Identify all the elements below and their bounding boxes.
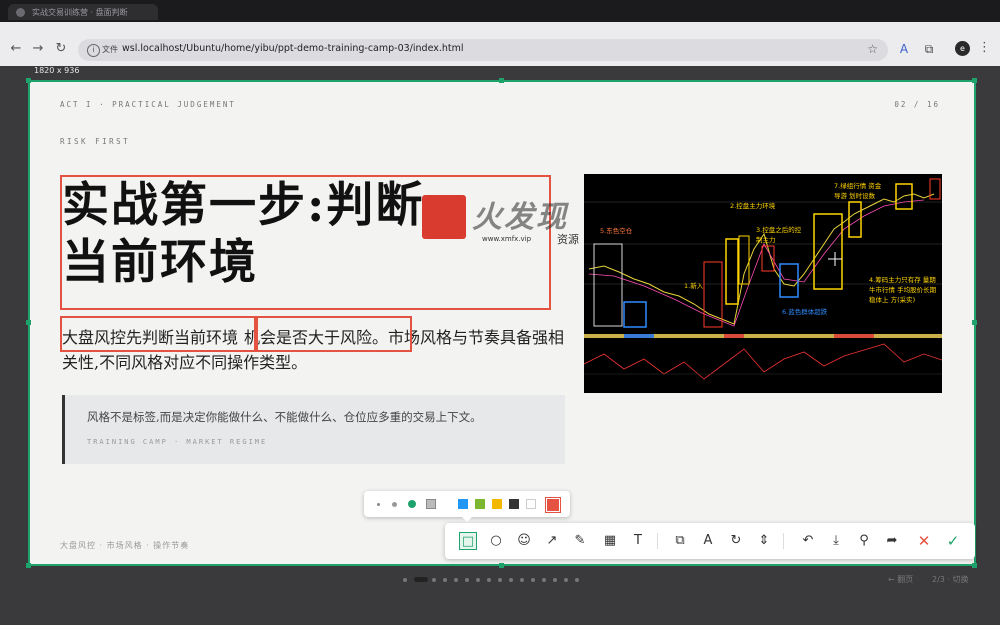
- rectangle-tool-icon[interactable]: □: [459, 532, 477, 550]
- watermark-res: 资源: [557, 233, 579, 246]
- ellipse-tool-icon[interactable]: ○: [487, 532, 505, 550]
- quote-block: 风格不是标签,而是决定你能做什么、不能做什么、仓位应多重的交易上下文。 TRAI…: [62, 395, 565, 464]
- chart-label-6: 6.蓝色群体超跌: [782, 308, 828, 316]
- pager-dot[interactable]: [509, 578, 513, 582]
- resize-handle-sw[interactable]: [26, 563, 31, 568]
- pager-dot[interactable]: [414, 577, 428, 582]
- profile-avatar[interactable]: e: [955, 41, 970, 56]
- chart-label-3: 3.控盘之后的控制主力: [756, 226, 802, 244]
- watermark-text: 火发现: [472, 200, 568, 235]
- reload-icon[interactable]: ↻: [53, 41, 69, 57]
- pager-dot[interactable]: [454, 578, 458, 582]
- chart-label-2: 2.控盘主力环境: [730, 202, 776, 210]
- footer-tags: 大盘风控 · 市场风格 · 操作节奏: [60, 541, 190, 550]
- watermark-seal-icon: [422, 195, 466, 239]
- pager-dot[interactable]: [520, 578, 524, 582]
- watermark: 火发现 www.xmfx.vip 资源: [422, 190, 592, 250]
- pager-dot[interactable]: [432, 578, 436, 582]
- resize-handle-e[interactable]: [972, 320, 977, 325]
- chart-label-4: 7.绿组行情 资金导游 划时设数: [834, 182, 882, 200]
- chart-label-1: 5.东色空仓: [600, 227, 633, 235]
- browser-tab-strip: 实战交易训练营 · 盘面判断: [0, 0, 1000, 22]
- chart-label-7: 4.筹码主力只有存 量期牛市行情 手均股价长期稳体上 方(采实): [869, 276, 937, 304]
- back-icon[interactable]: ←: [8, 41, 24, 57]
- fill-toggle-swatch[interactable]: [426, 499, 436, 509]
- pager-dot[interactable]: [542, 578, 546, 582]
- save-icon[interactable]: ⤓: [827, 532, 845, 550]
- pager-dot[interactable]: [476, 578, 480, 582]
- pin-tool-icon[interactable]: ⧉: [671, 532, 689, 550]
- quote-meta: TRAINING CAMP · MARKET REGIME: [87, 438, 268, 446]
- pager-dot[interactable]: [403, 578, 407, 582]
- address-url[interactable]: wsl.localhost/Ubuntu/home/yibu/ppt-demo-…: [122, 43, 464, 54]
- section-label: RISK FIRST: [60, 137, 131, 146]
- toolbar-separator: [783, 533, 784, 549]
- undo-icon[interactable]: ↶: [799, 532, 817, 550]
- pager-dot[interactable]: [531, 578, 535, 582]
- bookmark-star-icon[interactable]: ☆: [867, 42, 878, 56]
- color-swatch-dark[interactable]: [509, 499, 519, 509]
- tab-title: 实战交易训练营 · 盘面判断: [32, 8, 128, 17]
- pager-dot[interactable]: [564, 578, 568, 582]
- toolbar-separator: [657, 533, 658, 549]
- resize-handle-w[interactable]: [26, 320, 31, 325]
- watermark-url: www.xmfx.vip: [482, 235, 532, 243]
- pager-dot[interactable]: [487, 578, 491, 582]
- pager-dot[interactable]: [553, 578, 557, 582]
- size-medium-dot[interactable]: [392, 502, 397, 507]
- resize-handle-nw[interactable]: [26, 78, 31, 83]
- slide-kicker: ACT I · PRACTICAL JUDGEMENT: [60, 100, 236, 109]
- annotation-rect-lead-2[interactable]: [256, 316, 412, 352]
- size-large-dot[interactable]: [408, 500, 416, 508]
- site-info-icon[interactable]: i: [87, 44, 100, 57]
- browser-menu-icon[interactable]: ⋮: [978, 40, 991, 55]
- color-palette: [364, 491, 570, 517]
- emoji-tool-icon[interactable]: ☺: [515, 532, 533, 550]
- scroll-capture-icon[interactable]: ↻: [727, 532, 745, 550]
- translate-icon[interactable]: A: [895, 40, 913, 58]
- ocr-tool-icon[interactable]: A: [699, 532, 717, 550]
- color-swatch-blue[interactable]: [458, 499, 468, 509]
- extensions-icon[interactable]: ⧉: [920, 40, 938, 58]
- palette-pointer: [461, 516, 473, 522]
- address-bar[interactable]: i 文件 wsl.localhost/Ubuntu/home/yibu/ppt-…: [78, 39, 888, 61]
- text-tool-icon[interactable]: T: [629, 532, 647, 550]
- page-counter: 02 / 16: [894, 100, 940, 109]
- pen-tool-icon[interactable]: ✎: [571, 532, 589, 550]
- resize-handle-n[interactable]: [499, 78, 504, 83]
- resize-handle-se[interactable]: [972, 563, 977, 568]
- annotation-rect-lead-1[interactable]: [60, 316, 256, 352]
- bottom-hint-right: 2/3 · 切换: [932, 575, 969, 584]
- tab-favicon-icon: [16, 8, 25, 17]
- chart-label-5: 1.新入: [684, 282, 704, 290]
- arrow-tool-icon[interactable]: ↗: [543, 532, 561, 550]
- pager-dot[interactable]: [498, 578, 502, 582]
- color-swatch-green[interactable]: [475, 499, 485, 509]
- long-capture-icon[interactable]: ⇕: [755, 532, 773, 550]
- pager-dot[interactable]: [575, 578, 579, 582]
- color-swatch-white[interactable]: [526, 499, 536, 509]
- cancel-icon[interactable]: ✕: [915, 532, 933, 550]
- pager-dot[interactable]: [465, 578, 469, 582]
- bottom-hint-left: ← 翻页: [888, 575, 914, 584]
- browser-tab[interactable]: 实战交易训练营 · 盘面判断: [8, 4, 158, 20]
- color-swatch-red-selected[interactable]: [546, 498, 560, 512]
- quote-text: 风格不是标签,而是决定你能做什么、不能做什么、仓位应多重的交易上下文。: [87, 410, 482, 424]
- pin-screen-icon[interactable]: ⚲: [855, 532, 873, 550]
- candlestick-chart-image: 5.东色空仓 2.控盘主力环境 3.控盘之后的控制主力 7.绿组行情 资金导游 …: [583, 174, 943, 393]
- forward-icon[interactable]: →: [30, 41, 46, 57]
- address-scheme-label: 文件: [102, 45, 118, 54]
- resize-handle-s[interactable]: [499, 563, 504, 568]
- pager-dot[interactable]: [443, 578, 447, 582]
- size-small-dot[interactable]: [377, 503, 380, 506]
- share-icon[interactable]: ➦: [883, 532, 901, 550]
- confirm-icon[interactable]: ✓: [944, 532, 962, 550]
- capture-dimensions: 1820 x 936: [34, 66, 80, 75]
- annotation-toolbar: □ ○ ☺ ↗ ✎ ▦ T ⧉ A ↻ ⇕ ↶ ⤓ ⚲ ➦ ✕ ✓: [445, 523, 975, 559]
- mosaic-tool-icon[interactable]: ▦: [601, 532, 619, 550]
- resize-handle-ne[interactable]: [972, 78, 977, 83]
- color-swatch-yellow[interactable]: [492, 499, 502, 509]
